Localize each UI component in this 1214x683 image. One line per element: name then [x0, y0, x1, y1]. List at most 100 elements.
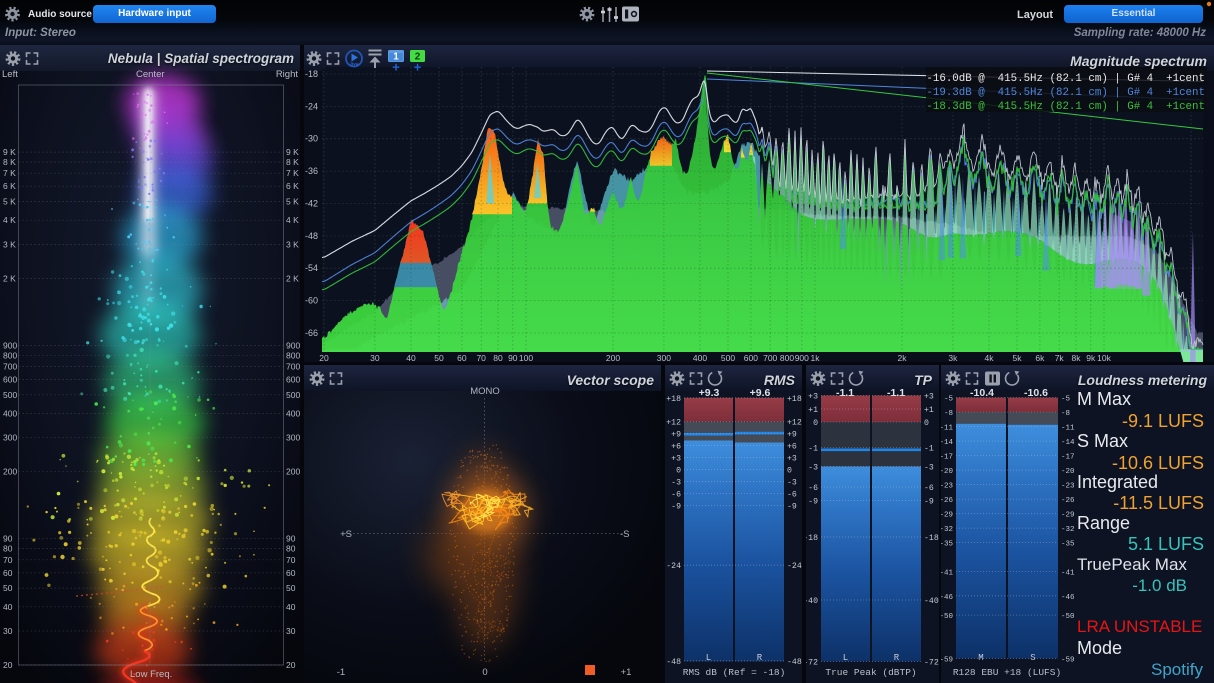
svg-text:50: 50: [286, 583, 296, 593]
svg-text:-35: -35: [941, 541, 953, 549]
svg-text:-14: -14: [1061, 439, 1075, 447]
svg-text:5 K: 5 K: [286, 197, 299, 207]
svg-text:8k: 8k: [1072, 353, 1082, 362]
svg-text:3k: 3k: [948, 353, 958, 362]
svg-text:0: 0: [676, 467, 681, 476]
svg-text:10k: 10k: [1097, 353, 1111, 362]
svg-text:+18: +18: [787, 395, 802, 404]
svg-text:-40: -40: [924, 597, 939, 606]
svg-text:9k: 9k: [1086, 353, 1096, 362]
svg-text:-18: -18: [806, 534, 818, 543]
svg-text:-46: -46: [941, 594, 953, 602]
svg-text:-50: -50: [941, 613, 953, 621]
svg-text:-5: -5: [1061, 396, 1071, 404]
svg-text:-66: -66: [305, 328, 318, 338]
svg-text:90: 90: [3, 534, 13, 544]
svg-text:5 K: 5 K: [3, 197, 16, 207]
svg-text:-17: -17: [1061, 454, 1075, 462]
svg-text:+3: +3: [671, 455, 681, 464]
svg-text:-10.6: -10.6: [1024, 387, 1048, 399]
svg-text:-29: -29: [941, 512, 953, 520]
svg-text:20: 20: [3, 660, 13, 670]
svg-text:+18: +18: [666, 395, 681, 404]
svg-text:40: 40: [406, 353, 416, 362]
svg-text:40: 40: [3, 602, 13, 612]
svg-text:60: 60: [457, 353, 467, 362]
svg-text:4k: 4k: [985, 353, 995, 362]
svg-text:-14: -14: [941, 439, 953, 447]
svg-text:-24: -24: [787, 562, 802, 571]
svg-text:90: 90: [508, 353, 518, 362]
svg-text:40: 40: [286, 602, 296, 612]
svg-text:-24: -24: [666, 562, 681, 571]
svg-text:400: 400: [3, 409, 17, 419]
svg-text:7 K: 7 K: [286, 168, 299, 178]
svg-text:90: 90: [286, 534, 296, 544]
svg-text:-9: -9: [808, 498, 818, 507]
svg-text:30: 30: [370, 353, 380, 362]
svg-text:+1: +1: [808, 406, 818, 415]
svg-text:800: 800: [780, 353, 794, 362]
svg-text:1k: 1k: [811, 353, 821, 362]
svg-text:-26: -26: [941, 497, 953, 505]
svg-text:+12: +12: [666, 419, 681, 428]
svg-text:7k: 7k: [1055, 353, 1065, 362]
svg-text:4 K: 4 K: [3, 215, 16, 225]
svg-text:60: 60: [3, 568, 13, 578]
svg-text:R128 EBU +18 (LUFS): R128 EBU +18 (LUFS): [953, 667, 1061, 678]
svg-text:-48: -48: [787, 658, 802, 667]
svg-text:-32: -32: [1061, 526, 1075, 534]
svg-text:800: 800: [3, 350, 17, 360]
svg-text:6 K: 6 K: [286, 181, 299, 191]
svg-text:900: 900: [286, 340, 300, 350]
svg-text:70: 70: [476, 353, 486, 362]
svg-text:-S: -S: [620, 529, 630, 540]
svg-text:600: 600: [744, 353, 758, 362]
svg-text:-20: -20: [1061, 468, 1075, 476]
svg-text:30: 30: [286, 626, 296, 636]
svg-text:-18.3dB @ 415.5Hz (82.1 cm) |: -18.3dB @ 415.5Hz (82.1 cm) | G# 4 +1cen…: [926, 101, 1205, 113]
svg-text:0: 0: [924, 419, 929, 428]
svg-text:-3: -3: [671, 479, 681, 488]
svg-text:-50: -50: [1061, 613, 1075, 621]
svg-text:+S: +S: [340, 529, 352, 540]
svg-text:6k: 6k: [1035, 353, 1045, 362]
svg-text:True Peak (dBTP): True Peak (dBTP): [825, 667, 916, 678]
svg-text:-36: -36: [305, 166, 318, 176]
svg-text:9 K: 9 K: [286, 147, 299, 157]
svg-text:live: live: [350, 62, 358, 68]
svg-text:+6: +6: [787, 443, 797, 452]
svg-text:2 K: 2 K: [3, 273, 16, 283]
svg-text:+9.6: +9.6: [750, 387, 771, 399]
svg-text:-8: -8: [944, 410, 953, 418]
svg-text:-24: -24: [305, 101, 318, 111]
svg-text:+3: +3: [924, 393, 934, 402]
svg-text:+: +: [392, 60, 400, 75]
svg-text:20: 20: [286, 660, 296, 670]
svg-text:+: +: [414, 60, 422, 75]
svg-text:-6: -6: [787, 490, 797, 499]
svg-text:-23: -23: [941, 483, 953, 491]
svg-text:-1: -1: [808, 445, 818, 454]
svg-text:S: S: [1030, 653, 1035, 663]
svg-text:-23: -23: [1061, 483, 1075, 491]
svg-text:-6: -6: [808, 484, 818, 493]
svg-text:8 K: 8 K: [286, 157, 299, 167]
svg-text:-59: -59: [1061, 657, 1075, 665]
svg-text:-41: -41: [1061, 570, 1075, 578]
svg-text:-72: -72: [806, 659, 818, 668]
svg-text:+9.3: +9.3: [699, 387, 720, 399]
svg-text:600: 600: [3, 375, 17, 385]
svg-text:700: 700: [763, 353, 777, 362]
svg-text:80: 80: [3, 544, 13, 554]
svg-text:MONO: MONO: [470, 386, 500, 397]
svg-text:-9: -9: [924, 498, 934, 507]
svg-text:-3: -3: [924, 464, 934, 473]
svg-text:+1: +1: [924, 406, 934, 415]
svg-text:-18: -18: [924, 534, 939, 543]
svg-text:-1.1: -1.1: [836, 387, 854, 399]
svg-text:7 K: 7 K: [3, 168, 16, 178]
svg-text:0: 0: [813, 419, 818, 428]
svg-text:+3: +3: [808, 393, 818, 402]
svg-text:-16.0dB @ 415.5Hz (82.1 cm) |: -16.0dB @ 415.5Hz (82.1 cm) | G# 4 +1cen…: [926, 73, 1205, 85]
